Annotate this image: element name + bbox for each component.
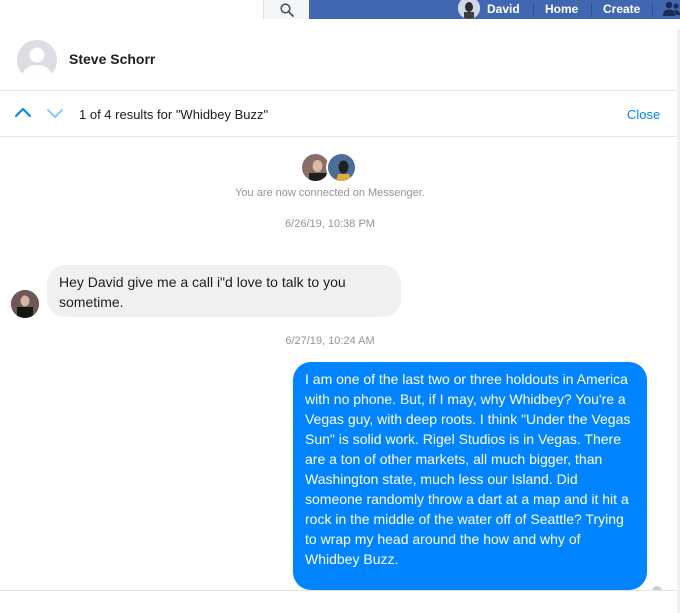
nav-divider bbox=[652, 3, 653, 17]
timestamp: 6/26/19, 10:38 PM bbox=[285, 218, 375, 230]
connected-notice: You are now connected on Messenger. bbox=[235, 187, 425, 199]
search-input[interactable] bbox=[0, 0, 263, 19]
chevron-down-icon[interactable] bbox=[45, 103, 65, 123]
search-icon bbox=[279, 2, 294, 17]
nav-user-link[interactable]: David bbox=[487, 0, 520, 19]
nav-user-avatar[interactable] bbox=[458, 0, 480, 19]
incoming-message-bubble[interactable]: Hey David give me a call i"d love to tal… bbox=[47, 265, 401, 317]
search-button[interactable] bbox=[263, 0, 309, 19]
connected-avatars bbox=[300, 152, 360, 184]
message-composer[interactable] bbox=[0, 590, 680, 613]
friends-icon[interactable] bbox=[663, 1, 680, 17]
chevron-up-icon[interactable] bbox=[13, 103, 33, 123]
nav-divider bbox=[533, 3, 534, 17]
avatar-image bbox=[458, 0, 480, 19]
outgoing-message-bubble[interactable]: I am one of the last two or three holdou… bbox=[293, 362, 647, 590]
contact-avatar[interactable] bbox=[17, 40, 57, 80]
contact-name[interactable]: Steve Schorr bbox=[69, 51, 155, 67]
user-avatar-small bbox=[326, 152, 357, 183]
timestamp: 6/27/19, 10:24 AM bbox=[285, 335, 375, 347]
nav-home-link[interactable]: Home bbox=[545, 0, 578, 19]
conversation-header: Steve Schorr bbox=[0, 29, 680, 91]
search-result-count: 1 of 4 results for "Whidbey Buzz" bbox=[79, 107, 269, 122]
close-search-button[interactable]: Close bbox=[627, 107, 660, 122]
sender-avatar[interactable] bbox=[11, 290, 39, 318]
top-nav-bar: David Home Create bbox=[0, 0, 680, 19]
nav-create-link[interactable]: Create bbox=[603, 0, 640, 19]
nav-divider bbox=[591, 3, 592, 17]
search-results-bar: 1 of 4 results for "Whidbey Buzz" Close bbox=[0, 91, 680, 137]
default-avatar-icon bbox=[17, 40, 57, 80]
